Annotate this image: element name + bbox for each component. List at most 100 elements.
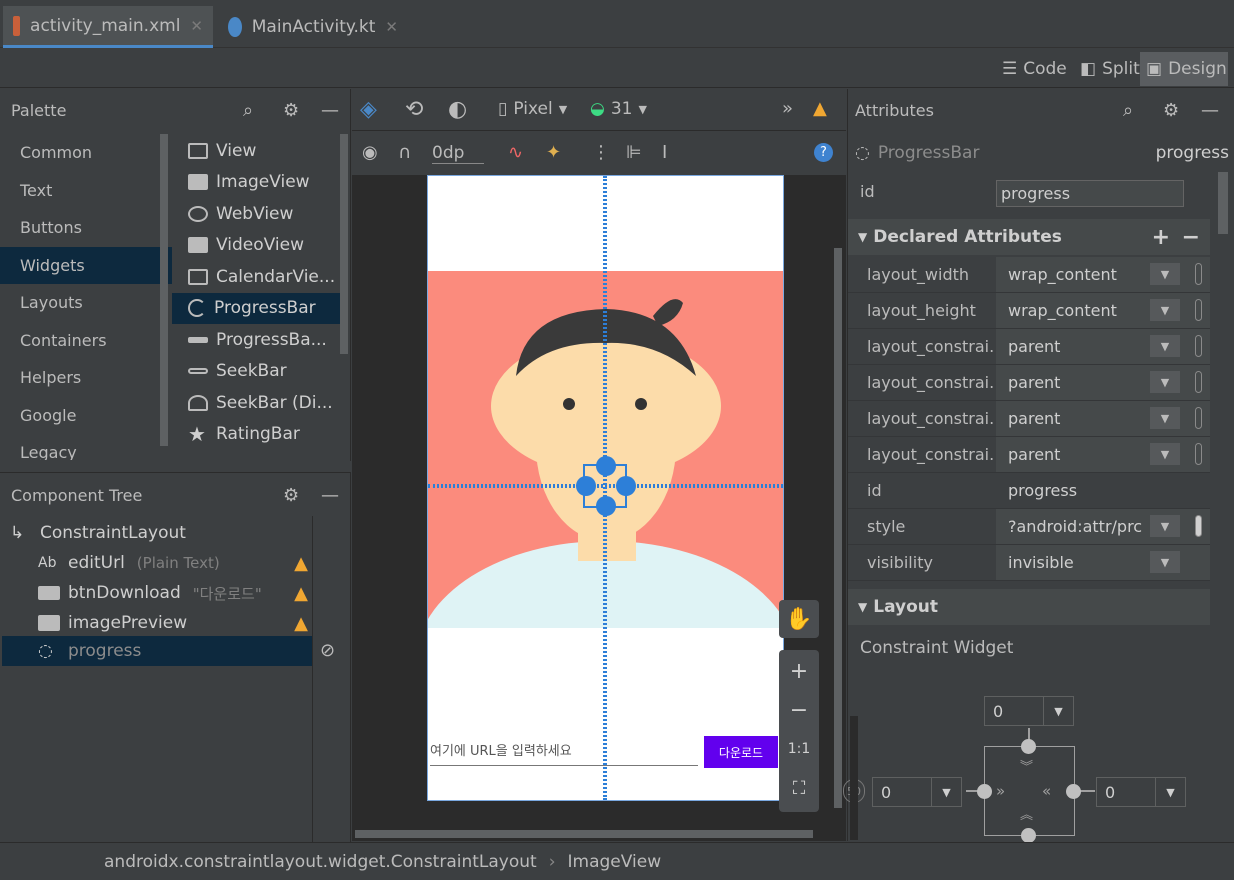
pan-hand-icon[interactable]: ✋ <box>779 600 819 638</box>
zoom-out-icon[interactable]: − <box>779 691 819 729</box>
attr-value[interactable]: ?android:attr/prc ▼ <box>996 509 1210 544</box>
palette-category[interactable]: Containers <box>0 322 172 360</box>
dropdown-icon[interactable]: ▼ <box>1150 515 1180 537</box>
url-edit-text[interactable]: 여기에 URL을 입력하세요 <box>430 734 698 766</box>
palette-item[interactable]: View <box>172 135 340 167</box>
magnet-icon[interactable]: ∩ <box>398 142 411 163</box>
gear-icon[interactable]: ⚙ <box>1163 100 1179 121</box>
bottom-anchor-handle[interactable] <box>596 496 616 516</box>
attr-row[interactable]: visibility invisible ▼ <box>848 545 1210 581</box>
category-scrollbar[interactable] <box>160 134 168 446</box>
breadcrumb-item[interactable]: androidx.constraintlayout.widget.Constra… <box>104 852 537 872</box>
palette-category[interactable]: Legacy <box>0 434 172 460</box>
attr-row[interactable]: layout_constrai... parent ▼ <box>848 365 1210 401</box>
palette-scrollbar[interactable] <box>340 134 348 354</box>
palette-category[interactable]: Text <box>0 172 172 210</box>
minimize-icon[interactable]: — <box>321 100 339 121</box>
attr-row[interactable]: layout_height wrap_content ▼ <box>848 293 1210 329</box>
attr-value[interactable]: parent ▼ <box>996 365 1210 400</box>
canvas-horizontal-scrollbar[interactable] <box>355 830 813 838</box>
attr-row[interactable]: style ?android:attr/prc ▼ <box>848 509 1210 545</box>
palette-item[interactable]: SeekBar <box>172 356 340 388</box>
layout-section-header[interactable]: ▼ Layout <box>848 589 1210 625</box>
palette-item[interactable]: ProgressBa... <box>172 324 340 356</box>
palette-category[interactable]: Google <box>0 397 172 435</box>
search-icon[interactable]: ⌕ <box>243 100 253 121</box>
dropdown-icon[interactable]: ▼ <box>1150 551 1180 573</box>
api-selector[interactable]: ◒ 31 ▼ <box>590 99 647 119</box>
add-icon[interactable]: + <box>1152 225 1170 250</box>
warning-icon[interactable]: ▲ <box>294 613 308 634</box>
dropdown-icon[interactable]: ▼ <box>1150 371 1180 393</box>
warning-icon[interactable]: ▲ <box>294 553 308 574</box>
dropdown-icon[interactable]: ▼ <box>1150 263 1180 285</box>
attr-value[interactable]: progress <box>996 473 1210 508</box>
top-margin-select[interactable]: 0 ▼ <box>984 696 1074 726</box>
attr-row[interactable]: layout_constrai... parent ▼ <box>848 329 1210 365</box>
code-mode-button[interactable]: ☰ Code <box>996 52 1073 86</box>
tab-main-activity[interactable]: MainActivity.kt ✕ <box>218 6 408 48</box>
remove-icon[interactable]: − <box>1182 225 1200 250</box>
device-preview[interactable]: 여기에 URL을 입력하세요 다운로드 <box>427 175 784 801</box>
right-constraint-handle[interactable] <box>1066 784 1081 799</box>
tree-item-btndownload[interactable]: btnDownload "다운로드" ▲ <box>38 578 308 608</box>
search-icon[interactable]: ⌕ <box>1123 100 1133 121</box>
layers-icon[interactable]: ◈ <box>360 97 377 122</box>
attributes-scrollbar[interactable] <box>1218 172 1228 234</box>
palette-item[interactable]: ImageView <box>172 167 340 199</box>
minimize-icon[interactable]: — <box>321 485 339 506</box>
align-icon[interactable]: ⊫ <box>626 142 642 163</box>
orientation-icon[interactable]: ⟲ <box>405 97 423 122</box>
download-button[interactable]: 다운로드 <box>704 736 778 768</box>
warning-icon[interactable]: ▲ <box>294 583 308 604</box>
attr-value[interactable]: wrap_content ▼ <box>996 257 1210 292</box>
design-mode-button[interactable]: ▣ Design <box>1140 52 1228 86</box>
tree-item-root[interactable]: ↳ ConstraintLayout <box>10 518 186 548</box>
palette-category[interactable]: Layouts <box>0 284 172 322</box>
clear-constraints-icon[interactable]: ∿ <box>508 142 523 163</box>
attr-row[interactable]: layout_constrai... parent ▼ <box>848 401 1210 437</box>
tree-item-progress[interactable]: ◌ progress <box>2 636 312 666</box>
resource-picker-icon[interactable] <box>1195 515 1202 537</box>
tree-item-editurl[interactable]: Ab editUrl (Plain Text) ▲ <box>38 548 308 578</box>
resource-picker-icon[interactable] <box>1195 263 1202 285</box>
palette-category-selected[interactable]: Widgets <box>0 246 172 284</box>
help-icon[interactable]: ? <box>814 143 833 162</box>
dropdown-icon[interactable]: ▼ <box>1150 335 1180 357</box>
pack-icon[interactable]: ⋮ <box>592 142 610 163</box>
palette-category[interactable]: Common <box>0 134 172 172</box>
right-margin-select[interactable]: 0 ▼ <box>1096 777 1186 807</box>
palette-item[interactable]: SeekBar (Di... <box>172 387 340 419</box>
zoom-in-icon[interactable]: + <box>779 652 819 690</box>
dropdown-icon[interactable]: ▼ <box>1150 407 1180 429</box>
gear-icon[interactable]: ⚙ <box>283 485 299 506</box>
resource-picker-icon[interactable] <box>1195 407 1202 429</box>
tree-item-imagepreview[interactable]: imagePreview ▲ <box>38 608 308 638</box>
attr-row[interactable]: id progress <box>848 473 1210 509</box>
dropdown-icon[interactable]: ▼ <box>1150 443 1180 465</box>
palette-item-selected[interactable]: ProgressBar <box>172 292 340 324</box>
palette-category[interactable]: Buttons <box>0 209 172 247</box>
bottom-constraint-handle[interactable] <box>1021 828 1036 843</box>
theme-icon[interactable]: ◐ <box>448 97 467 122</box>
left-margin-select[interactable]: 0 ▼ <box>872 777 962 807</box>
eye-icon[interactable]: ◉ <box>362 142 378 163</box>
canvas-vertical-scrollbar[interactable] <box>834 248 842 808</box>
left-anchor-handle[interactable] <box>576 476 596 496</box>
eye-hidden-icon[interactable]: ⊘ <box>320 640 335 661</box>
dropdown-icon[interactable]: ▼ <box>1150 299 1180 321</box>
resource-picker-icon[interactable] <box>1195 335 1202 357</box>
resource-picker-icon[interactable] <box>1195 443 1202 465</box>
warning-icon[interactable]: ▲ <box>813 98 827 119</box>
declared-attributes-header[interactable]: ▼ Declared Attributes + − <box>848 219 1210 255</box>
zoom-fit-icon[interactable]: ⛶ <box>779 769 819 807</box>
right-anchor-handle[interactable] <box>616 476 636 496</box>
minimize-icon[interactable]: — <box>1201 100 1219 121</box>
attr-row[interactable]: layout_constrai... parent ▼ <box>848 437 1210 473</box>
tab-activity-main[interactable]: activity_main.xml ✕ <box>3 6 213 48</box>
palette-category[interactable]: Helpers <box>0 359 172 397</box>
left-constraint-handle[interactable] <box>977 784 992 799</box>
overflow-icon[interactable]: » <box>782 98 793 119</box>
palette-item[interactable]: WebView <box>172 198 340 230</box>
attr-row[interactable]: layout_width wrap_content ▼ <box>848 257 1210 293</box>
